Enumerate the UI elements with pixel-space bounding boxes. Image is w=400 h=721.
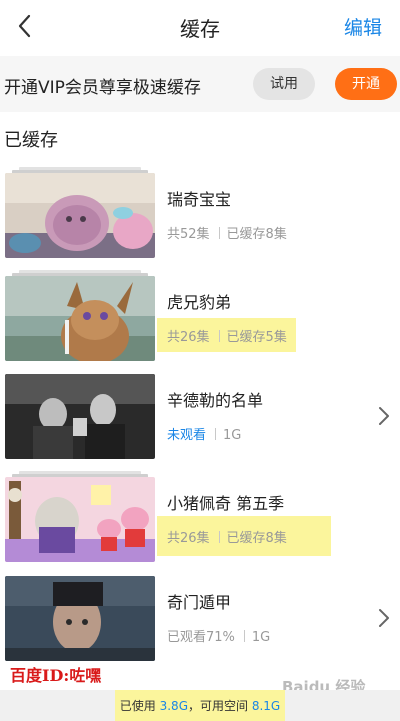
- storage-info: 已使用 3.8G，可用空间 8.1G: [0, 697, 400, 714]
- used-space: 3.8G: [159, 699, 188, 713]
- thumbnail: [5, 173, 155, 258]
- page-title: 缓存: [180, 17, 220, 41]
- cache-status: 已缓存8集: [226, 531, 287, 546]
- item-meta: 共26集 已缓存8集: [167, 527, 287, 546]
- thumbnail: [5, 576, 155, 661]
- top-bar: 缓存 编辑: [0, 0, 400, 52]
- episode-count: 共26集: [167, 531, 210, 546]
- vip-banner: 开通VIP会员尊享极速缓存 试用 开通: [0, 56, 400, 112]
- item-meta: 未观看 1G: [167, 424, 241, 443]
- cache-status: 已缓存5集: [226, 330, 287, 345]
- open-vip-button[interactable]: 开通: [335, 68, 397, 100]
- watch-status: 已观看71%: [167, 630, 235, 645]
- vip-promo-text: 开通VIP会员尊享极速缓存: [4, 78, 201, 98]
- item-title: 小猪佩奇 第五季: [167, 494, 285, 513]
- thumbnail: [5, 477, 155, 562]
- chevron-right-icon[interactable]: [376, 405, 392, 427]
- cache-status: 已缓存8集: [226, 227, 287, 242]
- thumbnail: [5, 374, 155, 459]
- item-meta: 共26集 已缓存5集: [167, 326, 287, 345]
- storage-footer: 已使用 3.8G，可用空间 8.1G: [0, 690, 400, 721]
- item-title: 瑞奇宝宝: [167, 190, 232, 209]
- section-title: 已缓存: [4, 130, 58, 151]
- item-title: 辛德勒的名单: [167, 391, 264, 410]
- file-size: 1G: [251, 630, 271, 645]
- thumbnail: [5, 276, 155, 361]
- list-item[interactable]: 小猪佩奇 第五季 共26集 已缓存8集: [0, 471, 400, 573]
- edit-button[interactable]: 编辑: [344, 13, 382, 40]
- chevron-right-icon[interactable]: [376, 607, 392, 629]
- item-meta: 共52集 已缓存8集: [167, 223, 287, 242]
- item-title: 虎兄豹弟: [167, 293, 232, 312]
- watch-status: 未观看: [167, 428, 207, 443]
- free-space: 8.1G: [251, 699, 281, 713]
- list-item[interactable]: 奇门遁甲 已观看71% 1G: [0, 576, 400, 672]
- item-meta: 已观看71% 1G: [167, 626, 270, 645]
- try-button[interactable]: 试用: [253, 68, 315, 100]
- episode-count: 共26集: [167, 330, 210, 345]
- list-item[interactable]: 虎兄豹弟 共26集 已缓存5集: [0, 270, 400, 372]
- list-item[interactable]: 瑞奇宝宝 共52集 已缓存8集: [0, 167, 400, 269]
- episode-count: 共52集: [167, 227, 210, 242]
- free-label: ，可用空间: [188, 699, 249, 713]
- used-label: 已使用: [119, 699, 156, 713]
- list-item[interactable]: 辛德勒的名单 未观看 1G: [0, 374, 400, 470]
- item-title: 奇门遁甲: [167, 593, 232, 612]
- file-size: 1G: [223, 428, 242, 443]
- author-watermark: 百度ID:咗嘿: [10, 666, 102, 685]
